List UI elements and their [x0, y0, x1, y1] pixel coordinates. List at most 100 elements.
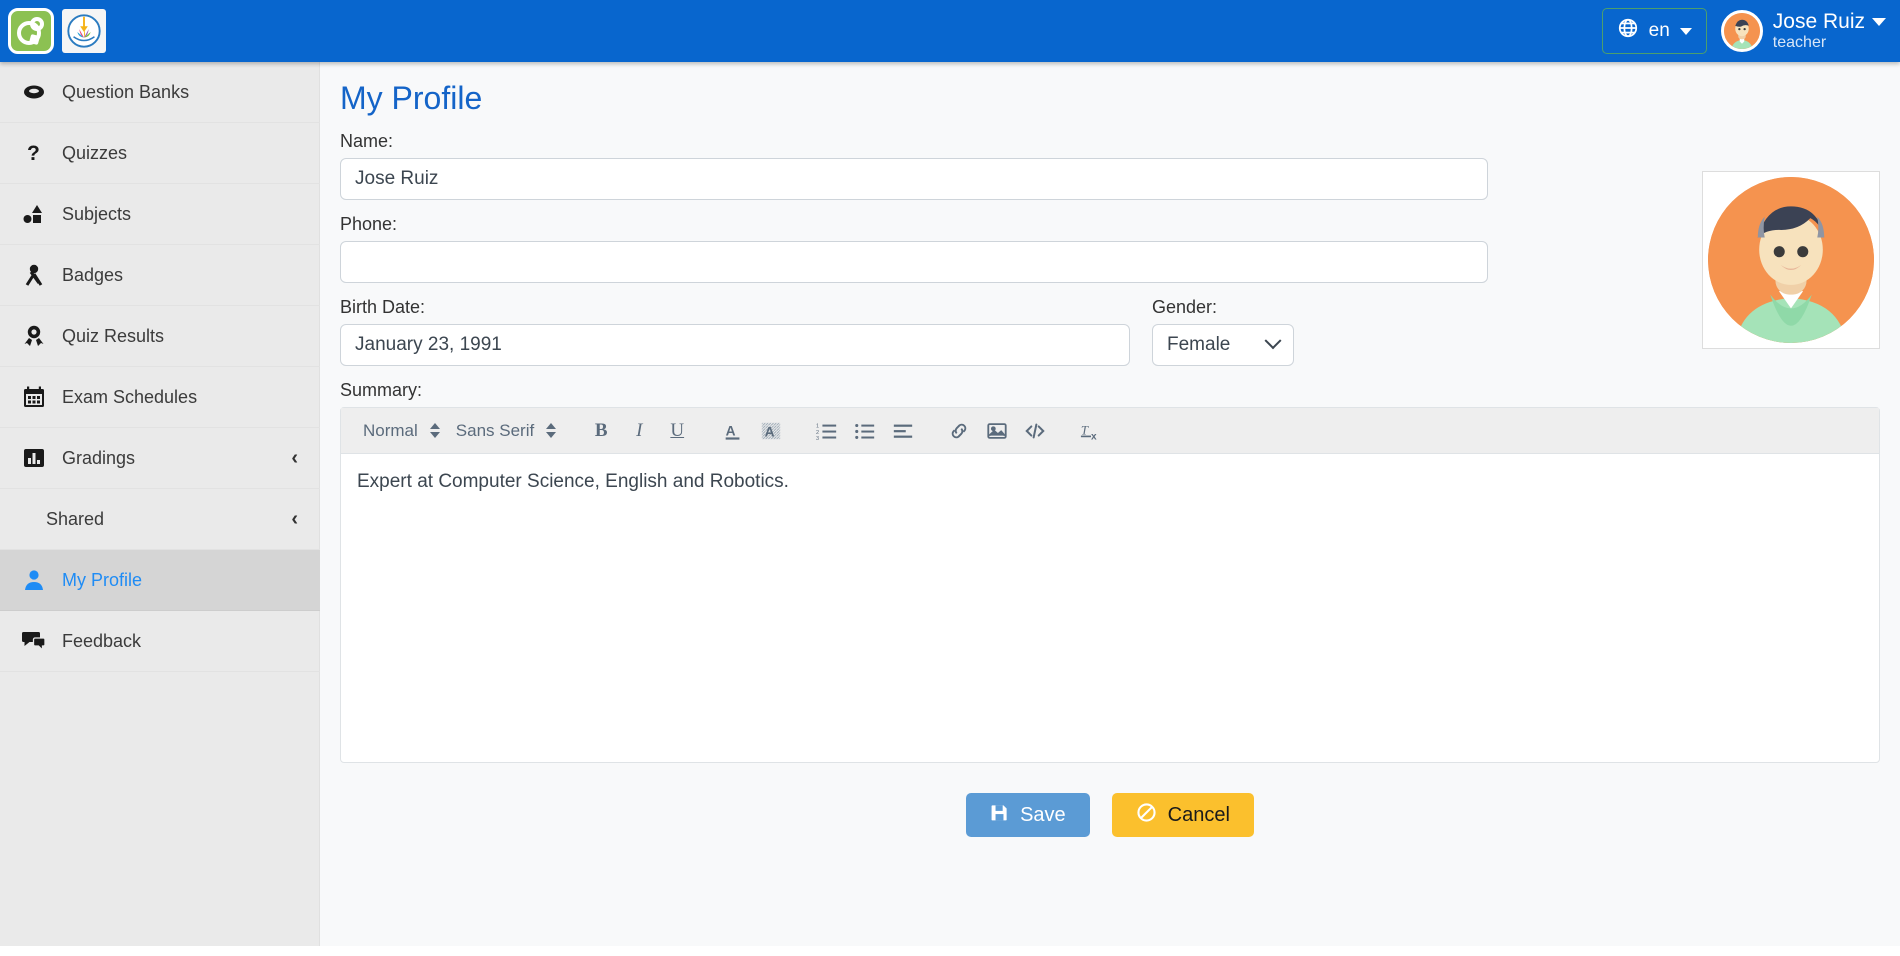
phone-input[interactable] — [340, 241, 1488, 283]
sidebar-item-subjects[interactable]: Subjects — [0, 184, 320, 245]
main-content-area: My Profile — [320, 62, 1900, 956]
chevron-left-icon: ‹ — [291, 508, 298, 531]
updown-arrows-icon — [430, 423, 440, 438]
chevron-left-icon: ‹ — [291, 447, 298, 470]
logo-group — [0, 8, 106, 54]
user-name: Jose Ruiz — [1773, 11, 1865, 33]
ban-icon — [1136, 802, 1157, 829]
format-select-value: Normal — [363, 421, 418, 441]
bullet-list-icon[interactable] — [849, 415, 881, 447]
gender-column: Gender: Female — [1152, 297, 1294, 380]
underline-icon[interactable]: U — [661, 415, 693, 447]
gender-field-label: Gender: — [1152, 297, 1294, 318]
cancel-button[interactable]: Cancel — [1112, 793, 1254, 837]
form-action-buttons: Save Cancel — [320, 793, 1900, 837]
chat-bubbles-icon — [22, 629, 56, 653]
calendar-icon — [22, 385, 56, 409]
birthdate-field-label: Birth Date: — [340, 297, 1130, 318]
italic-icon[interactable]: I — [623, 415, 655, 447]
ordered-list-icon[interactable]: 123 — [811, 415, 843, 447]
chevron-down-icon — [1680, 28, 1692, 35]
globe-icon — [1617, 17, 1639, 45]
gender-select[interactable]: Female — [1152, 324, 1294, 366]
svg-text:1: 1 — [816, 423, 819, 429]
lotus-school-logo-icon[interactable] — [62, 9, 106, 53]
birthdate-column: Birth Date: January 23, 1991 — [340, 297, 1130, 380]
svg-text:?: ? — [27, 142, 40, 165]
clear-formatting-icon[interactable]: T x — [1075, 415, 1107, 447]
top-header-bar: en — [0, 0, 1900, 62]
updown-arrows-icon — [546, 423, 556, 438]
birthdate-input[interactable]: January 23, 1991 — [340, 324, 1130, 366]
question-mark-icon: ? — [22, 141, 56, 165]
background-color-icon[interactable]: A — [755, 415, 787, 447]
user-menu-button[interactable]: Jose Ruiz teacher — [1721, 10, 1886, 52]
font-select[interactable]: Sans Serif — [448, 421, 564, 441]
svg-text:3: 3 — [816, 436, 819, 442]
sidebar-item-label: My Profile — [62, 570, 142, 591]
svg-text:A: A — [726, 423, 736, 438]
profile-avatar-card[interactable] — [1702, 171, 1880, 349]
sidebar-item-label: Subjects — [62, 204, 131, 225]
sidebar-item-label: Gradings — [62, 448, 135, 469]
chevron-down-icon — [1872, 18, 1886, 26]
user-name-row: Jose Ruiz — [1773, 11, 1886, 33]
gender-select-value: Female — [1167, 334, 1230, 356]
sidebar-item-label: Exam Schedules — [62, 387, 197, 408]
svg-text:T: T — [1081, 423, 1089, 437]
page-title: My Profile — [340, 80, 1900, 117]
save-button[interactable]: Save — [966, 793, 1090, 837]
summary-editor-content[interactable]: Expert at Computer Science, English and … — [341, 454, 1879, 762]
header-right-controls: en — [1602, 8, 1900, 54]
link-icon[interactable] — [943, 415, 975, 447]
format-select[interactable]: Normal — [355, 421, 448, 441]
sidebar-item-feedback[interactable]: Feedback — [0, 611, 320, 672]
cancel-button-label: Cancel — [1168, 804, 1230, 827]
phone-field-label: Phone: — [340, 214, 1880, 235]
language-value: en — [1649, 20, 1670, 42]
sidebar-item-question-banks[interactable]: Question Banks — [0, 62, 320, 123]
name-input[interactable]: Jose Ruiz — [340, 158, 1488, 200]
sidebar-item-quizzes[interactable]: ? Quizzes — [0, 123, 320, 184]
sidebar-item-label: Feedback — [62, 631, 141, 652]
bar-chart-icon — [22, 446, 56, 470]
sidebar-item-quiz-results[interactable]: Quiz Results — [0, 306, 320, 367]
page-bottom-strip — [0, 946, 1900, 956]
app-root: en — [0, 0, 1900, 956]
shapes-icon — [22, 202, 56, 226]
question-bank-icon — [22, 80, 56, 104]
sidebar-item-exam-schedules[interactable]: Exam Schedules — [0, 367, 320, 428]
sidebar-item-label: Shared — [46, 509, 104, 530]
sidebar-item-label: Quizzes — [62, 143, 127, 164]
chevron-down-icon — [1265, 332, 1282, 349]
user-icon — [22, 568, 56, 592]
editor-toolbar: Normal Sans Serif B I U A — [341, 408, 1879, 454]
sidebar-item-my-profile[interactable]: My Profile — [0, 550, 320, 611]
floppy-disk-icon — [990, 803, 1009, 828]
sidebar-item-shared[interactable]: Shared ‹ — [0, 489, 320, 550]
svg-text:2: 2 — [816, 429, 819, 435]
sidebar-item-gradings[interactable]: Gradings ‹ — [0, 428, 320, 489]
sidebar-navigation: Question Banks ? Quizzes Subjects — [0, 62, 320, 956]
award-icon — [22, 324, 56, 348]
align-left-icon[interactable] — [887, 415, 919, 447]
svg-text:A: A — [765, 424, 775, 439]
svg-text:x: x — [1091, 431, 1097, 442]
sidebar-item-badges[interactable]: Badges — [0, 245, 320, 306]
profile-form: Name: Jose Ruiz Phone: Birth Date: Janua… — [320, 131, 1900, 401]
ribbon-icon — [22, 263, 56, 287]
sidebar-item-label: Quiz Results — [62, 326, 164, 347]
bold-icon[interactable]: B — [585, 415, 617, 447]
quizzes-app-logo-icon[interactable] — [8, 8, 54, 54]
text-color-icon[interactable]: A — [717, 415, 749, 447]
summary-field-label: Summary: — [340, 380, 1880, 401]
sidebar-item-label: Question Banks — [62, 82, 189, 103]
code-block-icon[interactable] — [1019, 415, 1051, 447]
logo-dot-shape — [30, 17, 44, 31]
save-button-label: Save — [1020, 804, 1066, 827]
sidebar-item-label: Badges — [62, 265, 123, 286]
language-selector-button[interactable]: en — [1602, 8, 1707, 54]
image-icon[interactable] — [981, 415, 1013, 447]
name-field-label: Name: — [340, 131, 1880, 152]
user-role: teacher — [1773, 35, 1886, 52]
